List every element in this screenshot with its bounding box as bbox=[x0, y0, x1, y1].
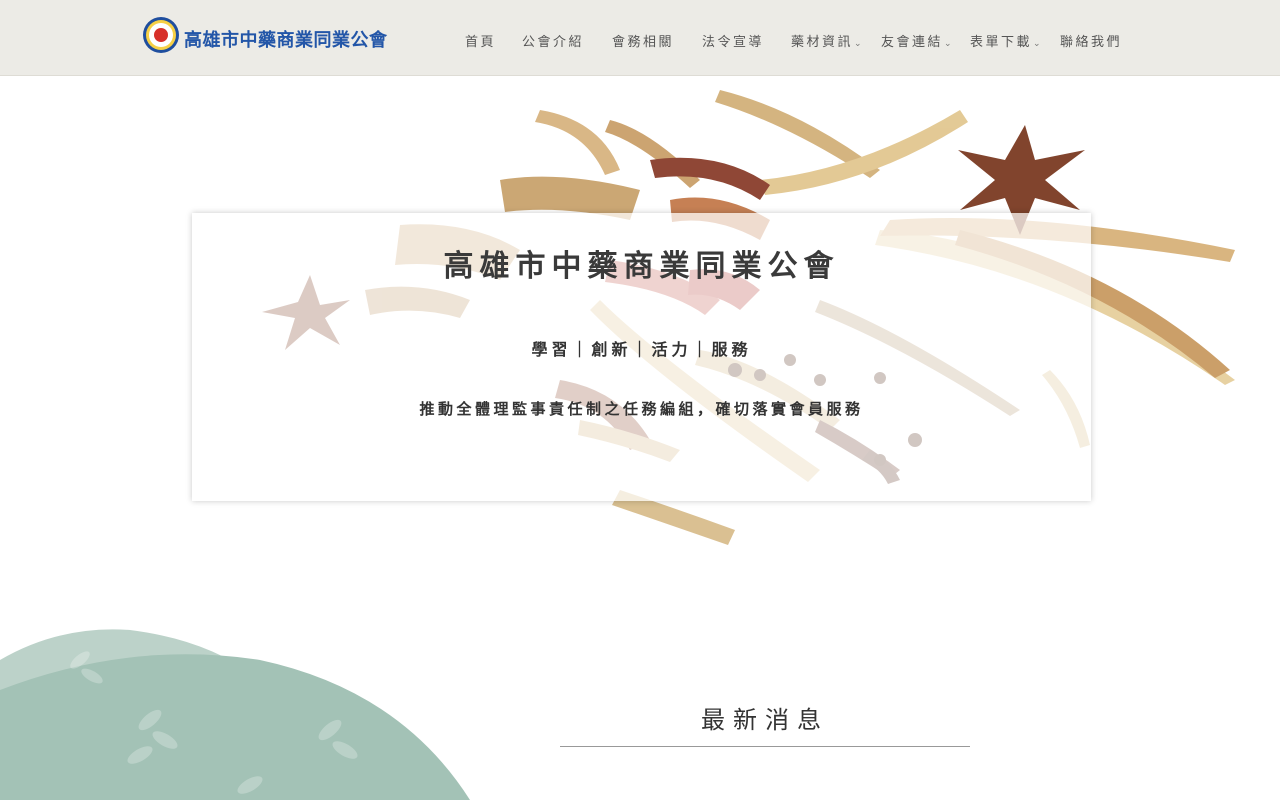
hero-banner: 高雄市中藥商業同業公會 學習｜創新｜活力｜服務 推動全體理監事責任制之任務編組，… bbox=[0, 76, 1280, 596]
site-header: 高雄市中藥商業同業公會 首頁 公會介紹 會務相關 法令宣導 藥材資訊⌄ 友會連結… bbox=[0, 0, 1280, 76]
site-name: 高雄市中藥商業同業公會 bbox=[184, 30, 388, 51]
hero-description: 推動全體理監事責任制之任務編組，確切落實會員服務 bbox=[419, 400, 864, 418]
site-logo[interactable]: 高雄市中藥商業同業公會 bbox=[143, 17, 388, 53]
news-section-title: 最新消息 bbox=[701, 706, 829, 734]
association-emblem-icon bbox=[143, 17, 179, 53]
nav-item-about[interactable]: 公會介紹 bbox=[522, 31, 584, 50]
nav-item-herb-info[interactable]: 藥材資訊⌄ bbox=[791, 31, 862, 50]
nav-item-home[interactable]: 首頁 bbox=[465, 31, 496, 50]
hero-title: 高雄市中藥商業同業公會 bbox=[443, 249, 840, 284]
nav-item-downloads[interactable]: 表單下載⌄ bbox=[970, 31, 1041, 50]
chevron-down-icon: ⌄ bbox=[854, 39, 862, 49]
nav-item-contact[interactable]: 聯絡我們 bbox=[1060, 31, 1122, 50]
decorative-leaf-shape bbox=[0, 600, 480, 800]
nav-item-friend-links[interactable]: 友會連結⌄ bbox=[881, 31, 952, 50]
chevron-down-icon: ⌄ bbox=[944, 39, 952, 49]
nav-item-regulations[interactable]: 法令宣導 bbox=[702, 31, 764, 50]
news-title-divider bbox=[560, 746, 970, 747]
hero-card: 高雄市中藥商業同業公會 學習｜創新｜活力｜服務 推動全體理監事責任制之任務編組，… bbox=[192, 213, 1091, 501]
chevron-down-icon: ⌄ bbox=[1033, 39, 1041, 49]
hero-tagline: 學習｜創新｜活力｜服務 bbox=[531, 340, 752, 359]
nav-item-affairs[interactable]: 會務相關 bbox=[612, 31, 674, 50]
